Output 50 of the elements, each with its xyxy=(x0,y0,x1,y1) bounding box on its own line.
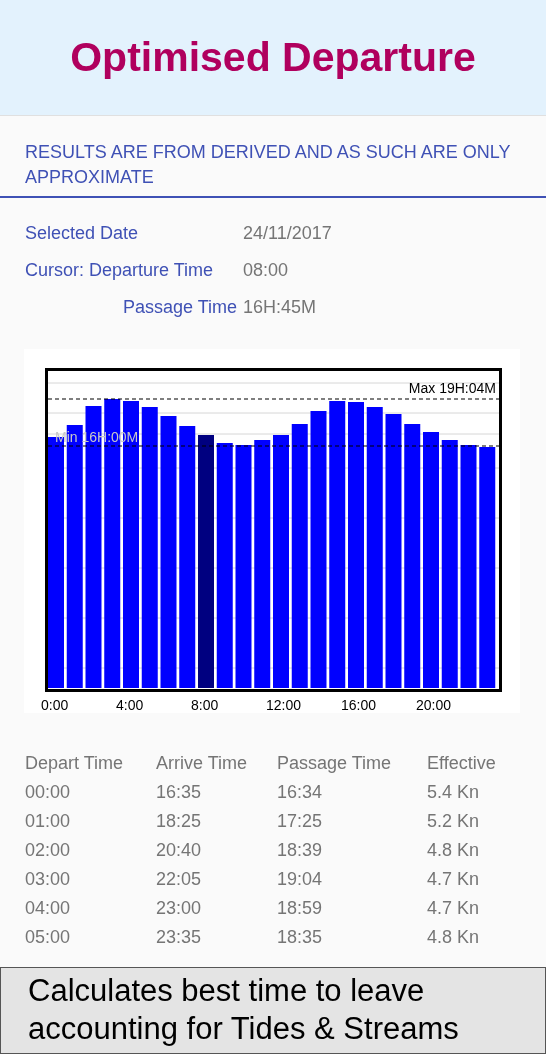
table-cell-text: 4.7 Kn xyxy=(427,868,481,891)
table-cell-text: 4.8 Kn xyxy=(427,839,481,862)
bar[interactable] xyxy=(329,401,346,688)
table-cell-text: 02:00 xyxy=(25,839,72,862)
table-cell-text: 01:00 xyxy=(25,810,72,833)
table-cell-text: 4.7 Kn xyxy=(427,897,481,920)
table-cell-text: 19:04 xyxy=(277,868,324,891)
field-label: Selected Date xyxy=(25,222,140,245)
axis-label: 20:00 xyxy=(416,697,452,713)
table-cell-text: 18:39 xyxy=(277,839,324,862)
axis-label: 12:00 xyxy=(266,697,302,713)
table-cell-text: 16:35 xyxy=(156,781,203,804)
field-value: 24/11/2017 xyxy=(243,222,333,245)
caption-text: accounting for Tides & Streams xyxy=(28,1010,460,1048)
field-value: 16H:45M xyxy=(243,296,318,319)
bar[interactable] xyxy=(404,424,421,688)
table-cell-text: 05:00 xyxy=(25,926,72,949)
max-label: Max 19H:04M xyxy=(408,380,496,396)
table-cell-text: 18:35 xyxy=(277,926,324,949)
column-header: Passage Time xyxy=(277,752,393,775)
column-header: Depart Time xyxy=(25,752,125,775)
table-cell-text: 23:00 xyxy=(156,897,203,920)
bar[interactable] xyxy=(479,447,496,688)
axis-label: 0:00 xyxy=(41,697,69,713)
bar[interactable] xyxy=(254,440,271,688)
bar[interactable] xyxy=(179,426,196,688)
field-label: Passage Time xyxy=(121,296,238,319)
axis-label: 16:00 xyxy=(341,697,377,713)
column-header: Effective xyxy=(427,752,497,775)
table-cell-text: 5.4 Kn xyxy=(427,781,481,804)
table-cell-text: 18:59 xyxy=(277,897,324,920)
table-cell-text: 17:25 xyxy=(277,810,324,833)
field-label: Cursor: Departure Time xyxy=(25,259,215,282)
column-header: Arrive Time xyxy=(156,752,248,775)
table-cell-text: 16:34 xyxy=(277,781,324,804)
notice-text: RESULTS ARE FROM DERIVED AND AS SUCH ARE ONLY APPROXIMATE xyxy=(24,141,512,189)
table-cell-text: 20:40 xyxy=(156,839,203,862)
caption-text: Calculates best time to leave xyxy=(28,972,426,1010)
table-cell-text: 5.2 Kn xyxy=(427,810,481,833)
axis-label: 4:00 xyxy=(116,697,144,713)
field-value: 08:00 xyxy=(243,259,290,282)
table-cell-text: 22:05 xyxy=(156,868,203,891)
app-title: Optimised Departure xyxy=(70,32,476,82)
axis-label: 8:00 xyxy=(191,697,219,713)
table-cell-text: 03:00 xyxy=(25,868,72,891)
table-cell-text: 04:00 xyxy=(25,897,72,920)
table-cell-text: 4.8 Kn xyxy=(427,926,481,949)
table-cell-text: 23:35 xyxy=(156,926,203,949)
table-cell-text: 00:00 xyxy=(25,781,72,804)
table-cell-text: 18:25 xyxy=(156,810,203,833)
